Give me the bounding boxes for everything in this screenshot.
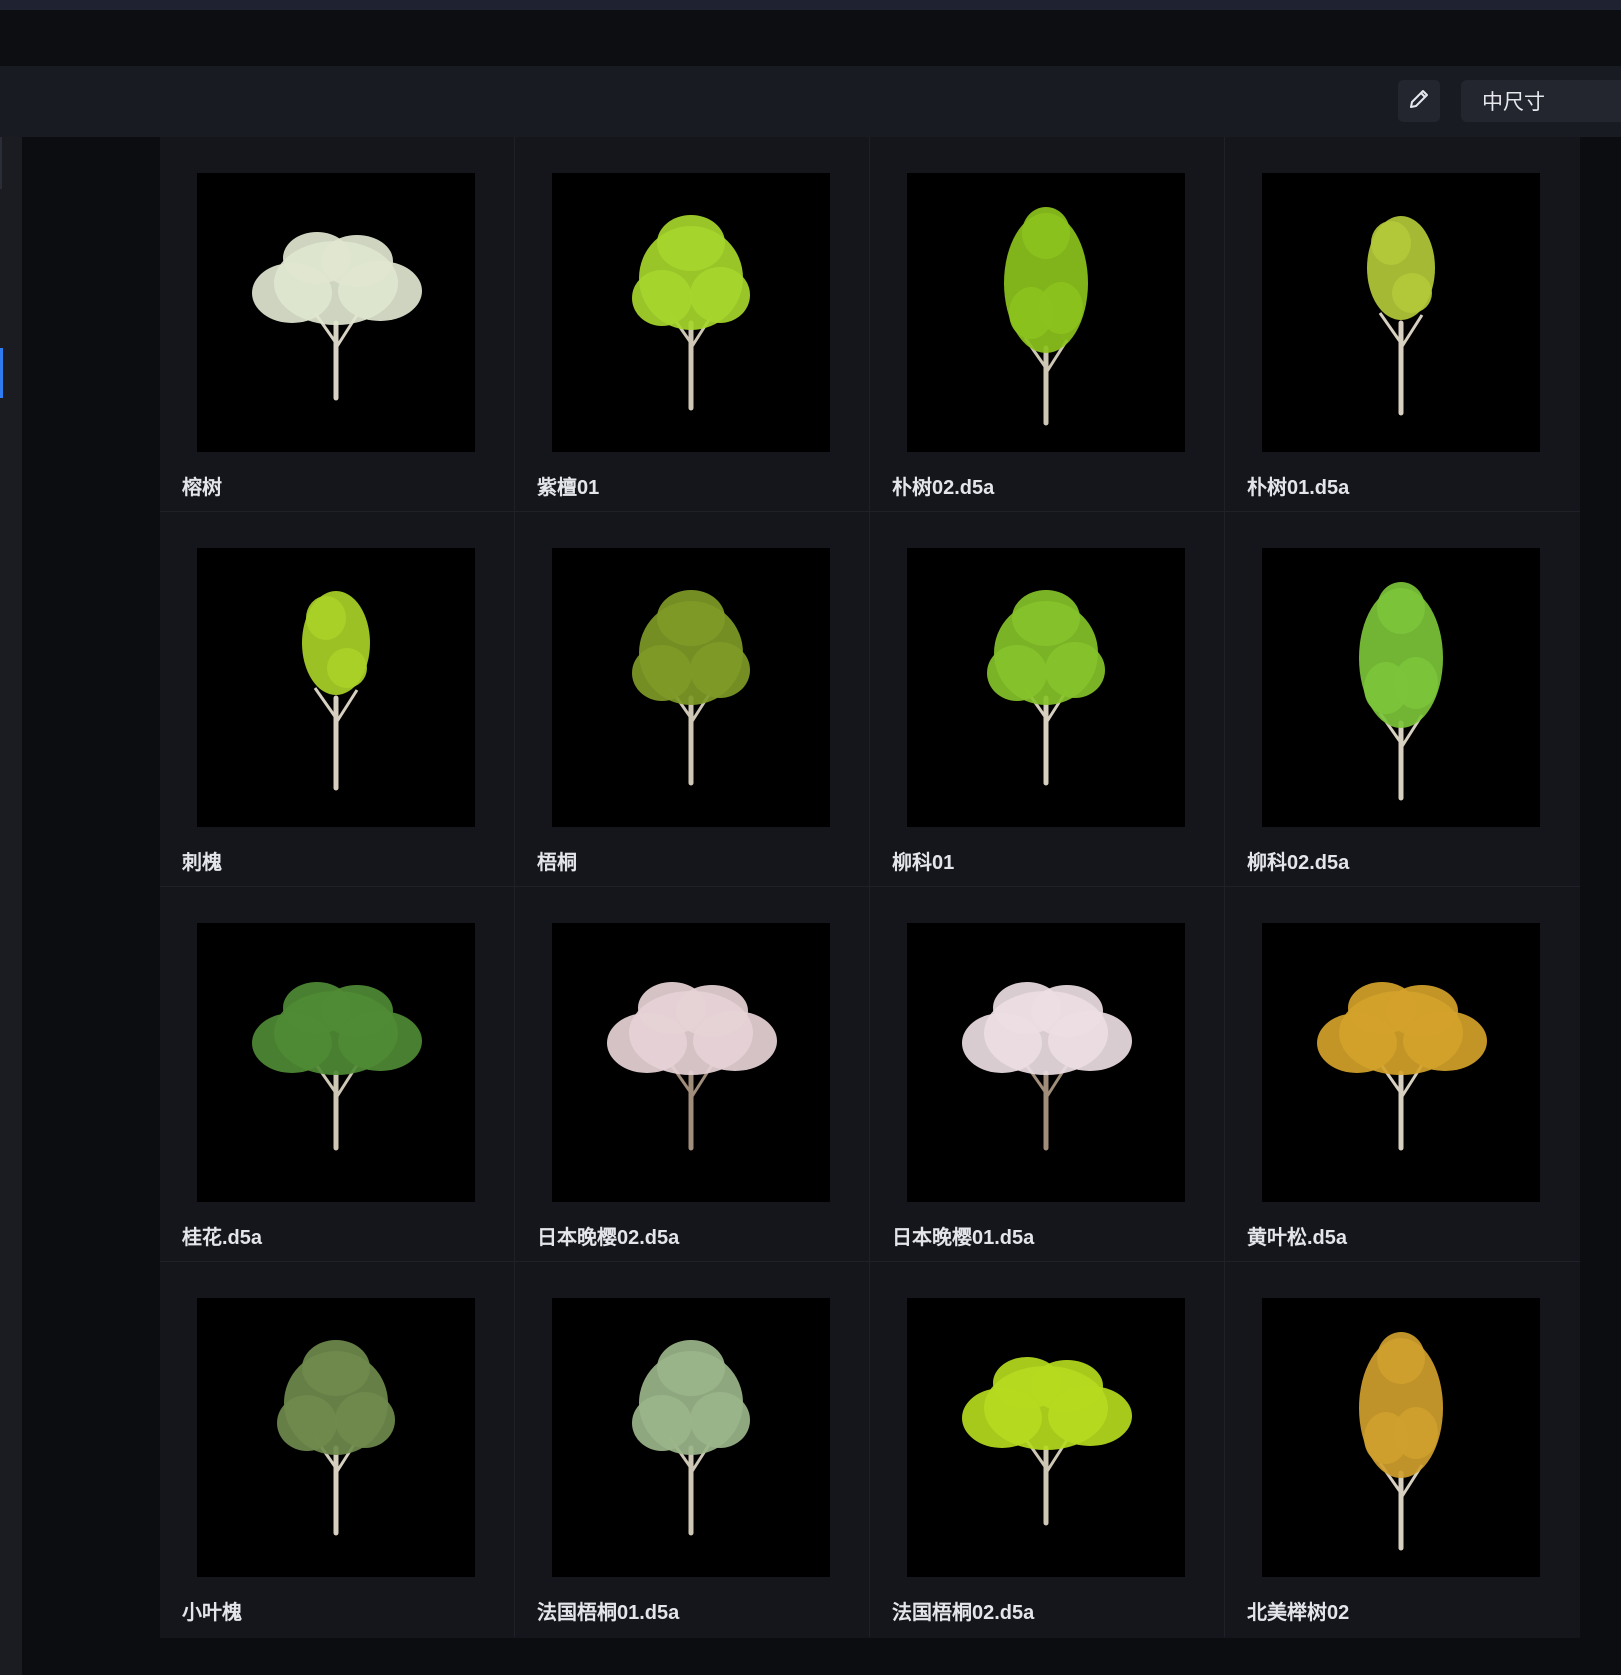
pencil-icon [1407, 87, 1431, 116]
asset-thumbnail [1262, 1298, 1540, 1577]
asset-card[interactable]: 柳科02.d5a [1225, 512, 1580, 887]
asset-card[interactable]: 黄叶松.d5a [1225, 887, 1580, 1262]
asset-card[interactable]: 梧桐 [515, 512, 870, 887]
asset-thumbnail [907, 173, 1185, 452]
asset-thumbnail [197, 923, 475, 1202]
asset-thumbnail [552, 173, 830, 452]
asset-card[interactable]: 榕树 [160, 137, 515, 512]
asset-thumbnail [552, 548, 830, 827]
tree-illustration [962, 1357, 1132, 1526]
tree-illustration [962, 982, 1132, 1151]
asset-toolbar: 中尺寸 [0, 66, 1621, 137]
asset-label: 柳科01 [892, 852, 955, 874]
asset-card[interactable]: 朴树01.d5a [1225, 137, 1580, 512]
asset-thumbnail [197, 173, 475, 452]
asset-label: 北美榉树02 [1247, 1602, 1350, 1624]
asset-label: 朴树02.d5a [892, 477, 995, 499]
asset-label: 法国梧桐01.d5a [537, 1602, 680, 1624]
tree-illustration [1317, 982, 1487, 1151]
asset-card[interactable]: 北美榉树02 [1225, 1262, 1580, 1637]
tree-illustration [1004, 207, 1088, 426]
asset-label: 朴树01.d5a [1247, 477, 1350, 499]
asset-card[interactable]: 刺槐 [160, 512, 515, 887]
tree-illustration [252, 232, 422, 401]
tree-illustration [632, 1340, 750, 1536]
asset-thumbnail [197, 1298, 475, 1577]
tree-illustration [277, 1340, 395, 1536]
edit-button[interactable] [1398, 80, 1440, 122]
asset-label: 桂花.d5a [182, 1227, 263, 1249]
asset-label: 日本晚樱01.d5a [892, 1227, 1035, 1249]
asset-grid: 榕树 紫檀01 朴树02.d5a 朴树01.d5a 刺槐 梧桐 柳科01 柳科0… [160, 137, 1580, 1638]
asset-label: 黄叶松.d5a [1247, 1227, 1348, 1249]
tree-illustration [987, 590, 1105, 786]
sidebar-active-indicator [0, 348, 3, 398]
sidebar-divider [0, 137, 2, 189]
asset-thumbnail [1262, 923, 1540, 1202]
tree-illustration [1359, 1332, 1443, 1551]
title-bar [0, 10, 1621, 66]
size-select-value: 中尺寸 [1482, 91, 1545, 114]
asset-thumbnail [552, 1298, 830, 1577]
asset-card[interactable]: 紫檀01 [515, 137, 870, 512]
asset-card[interactable]: 法国梧桐02.d5a [870, 1262, 1225, 1637]
asset-thumbnail [197, 548, 475, 827]
asset-card[interactable]: 朴树02.d5a [870, 137, 1225, 512]
asset-label: 梧桐 [537, 852, 577, 874]
tree-illustration [1359, 582, 1443, 801]
tree-illustration [607, 982, 777, 1151]
top-strip [0, 0, 1621, 10]
asset-card[interactable]: 日本晚樱01.d5a [870, 887, 1225, 1262]
asset-card[interactable]: 桂花.d5a [160, 887, 515, 1262]
asset-thumbnail [907, 923, 1185, 1202]
asset-card[interactable]: 法国梧桐01.d5a [515, 1262, 870, 1637]
asset-thumbnail [907, 1298, 1185, 1577]
tree-illustration [632, 590, 750, 786]
asset-card[interactable]: 日本晚樱02.d5a [515, 887, 870, 1262]
asset-label: 榕树 [182, 477, 222, 499]
asset-label: 小叶槐 [182, 1602, 242, 1624]
sidebar-edge [0, 137, 22, 1675]
tree-illustration [632, 215, 750, 411]
asset-thumbnail [1262, 548, 1540, 827]
asset-label: 刺槐 [182, 852, 222, 874]
asset-thumbnail [1262, 173, 1540, 452]
tree-illustration [1367, 216, 1435, 416]
tree-illustration [302, 591, 370, 791]
asset-label: 柳科02.d5a [1247, 852, 1350, 874]
asset-thumbnail [552, 923, 830, 1202]
size-select[interactable]: 中尺寸 [1461, 80, 1621, 122]
asset-card[interactable]: 小叶槐 [160, 1262, 515, 1637]
asset-thumbnail [907, 548, 1185, 827]
asset-label: 法国梧桐02.d5a [892, 1602, 1035, 1624]
tree-illustration [252, 982, 422, 1151]
asset-label: 紫檀01 [537, 477, 600, 499]
asset-card[interactable]: 柳科01 [870, 512, 1225, 887]
asset-label: 日本晚樱02.d5a [537, 1227, 680, 1249]
